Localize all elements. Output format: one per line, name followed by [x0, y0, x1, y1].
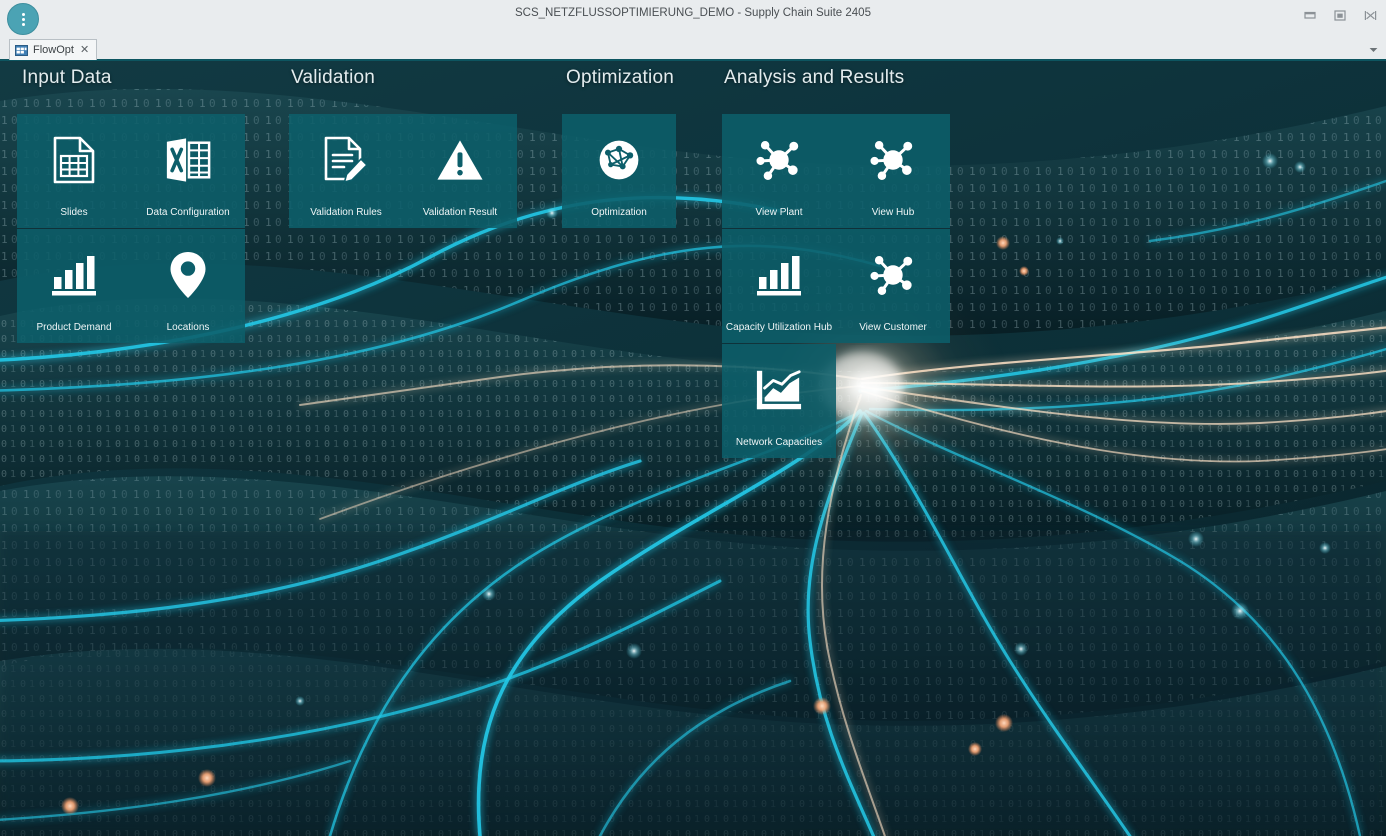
tile-label: Capacity Utilization Hub [724, 322, 834, 334]
restore-button[interactable] [1332, 7, 1348, 23]
vertical-ellipsis-icon-dot-1 [22, 13, 25, 16]
bar-chart-icon [755, 251, 803, 299]
tile-label: View Customer [838, 322, 948, 334]
tile-label: Product Demand [19, 322, 129, 334]
group-title-analysis-and-results: Analysis and Results [724, 67, 904, 89]
tile-data-configuration[interactable]: Data Configuration [131, 114, 245, 228]
group-title-validation: Validation [291, 67, 375, 89]
app-menu-button[interactable] [7, 3, 39, 35]
chevron-down-icon [1369, 40, 1378, 58]
window-controls [1302, 0, 1378, 30]
network-node-icon [869, 136, 917, 184]
tab-flowopt[interactable]: FlowOpt ✕ [9, 39, 97, 60]
excel-icon [164, 136, 212, 184]
tab-close-icon[interactable]: ✕ [79, 45, 90, 56]
application-window: SCS_NETZFLUSSOPTIMIERUNG_DEMO - Supply C… [0, 0, 1386, 836]
tab-overflow-button[interactable] [1367, 43, 1379, 55]
group-title-optimization: Optimization [566, 67, 674, 89]
document-pencil-icon [322, 136, 370, 184]
tile-label: Network Capacities [724, 437, 834, 449]
window-icon [15, 45, 28, 56]
bar-chart-icon [50, 251, 98, 299]
map-pin-icon [164, 251, 212, 299]
restore-icon [1334, 10, 1346, 21]
tile-label: Validation Rules [291, 207, 401, 219]
tile-capacity-utilization-hub[interactable]: Capacity Utilization Hub [722, 229, 836, 343]
tile-view-plant[interactable]: View Plant [722, 114, 836, 228]
tile-label: Slides [19, 207, 129, 219]
title-bar: SCS_NETZFLUSSOPTIMIERUNG_DEMO - Supply C… [0, 0, 1386, 38]
group-title-input-data: Input Data [22, 67, 112, 89]
warning-triangle-icon [436, 136, 484, 184]
document-grid-icon [50, 136, 98, 184]
network-refresh-icon [595, 136, 643, 184]
tile-label: Data Configuration [133, 207, 243, 219]
close-button[interactable] [1362, 7, 1378, 23]
tile-board: Input Data Slides [0, 61, 1386, 836]
tab-label: FlowOpt [33, 44, 74, 56]
close-icon [1364, 10, 1377, 21]
minimize-button[interactable] [1302, 7, 1318, 23]
window-title: SCS_NETZFLUSSOPTIMIERUNG_DEMO - Supply C… [0, 0, 1386, 38]
network-node-icon [869, 251, 917, 299]
vertical-ellipsis-icon-dot-2 [22, 18, 25, 21]
tile-locations[interactable]: Locations [131, 229, 245, 343]
tile-view-hub[interactable]: View Hub [836, 114, 950, 228]
vertical-ellipsis-icon-dot-3 [22, 23, 25, 26]
tile-label: View Hub [838, 207, 948, 219]
tile-label: Locations [133, 322, 243, 334]
tile-view-customer[interactable]: View Customer [836, 229, 950, 343]
area-chart-icon [755, 366, 803, 414]
network-node-icon [755, 136, 803, 184]
tile-slides[interactable]: Slides [17, 114, 131, 228]
tile-product-demand[interactable]: Product Demand [17, 229, 131, 343]
tab-strip: FlowOpt ✕ [0, 38, 1386, 61]
start-page-canvas: 1 0 0 1 [0, 61, 1386, 836]
minimize-icon [1304, 10, 1316, 20]
tile-label: Validation Result [405, 207, 515, 219]
tile-validation-result[interactable]: Validation Result [403, 114, 517, 228]
tile-network-capacities[interactable]: Network Capacities [722, 344, 836, 458]
tile-validation-rules[interactable]: Validation Rules [289, 114, 403, 228]
tile-label: View Plant [724, 207, 834, 219]
tile-optimization[interactable]: Optimization [562, 114, 676, 228]
tile-label: Optimization [564, 207, 674, 219]
